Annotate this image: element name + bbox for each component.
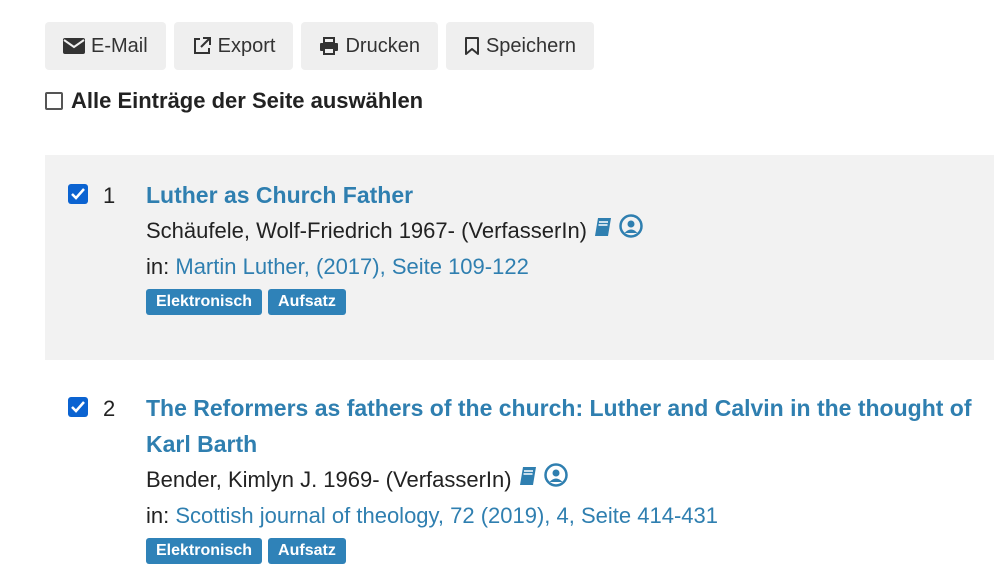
select-all-label: Alle Einträge der Seite auswählen <box>71 88 424 113</box>
badge-electronic: Elektronisch <box>146 538 263 564</box>
external-link-icon <box>192 36 212 56</box>
author-text: Bender, Kimlyn J. 1969- (VerfasserIn) <box>146 467 512 492</box>
result-source: in: Scottish journal of theology, 72 (20… <box>146 498 980 534</box>
result-item: 2 The Reformers as fathers of the church… <box>45 360 994 582</box>
author-text: Schäufele, Wolf-Friedrich 1967- (Verfass… <box>146 218 587 243</box>
email-label: E-Mail <box>91 34 148 57</box>
result-checkbox[interactable] <box>68 184 88 204</box>
result-title-link[interactable]: Luther as Church Father <box>146 177 980 213</box>
book-icon[interactable] <box>593 213 613 249</box>
export-button[interactable]: Export <box>173 22 294 70</box>
source-link[interactable]: Scottish journal of theology, 72 (2019),… <box>175 503 718 528</box>
result-author: Bender, Kimlyn J. 1969- (VerfasserIn) <box>146 462 980 498</box>
book-icon[interactable] <box>518 462 538 498</box>
source-link[interactable]: Martin Luther, (2017), Seite 109-122 <box>175 254 528 279</box>
export-label: Export <box>217 34 276 57</box>
result-toolbar: E-Mail Export Drucken Speichern <box>45 22 595 70</box>
print-button[interactable]: Drucken <box>301 22 438 70</box>
user-icon[interactable] <box>543 462 568 498</box>
result-author: Schäufele, Wolf-Friedrich 1967- (Verfass… <box>146 213 980 249</box>
source-prefix: in: <box>146 254 170 279</box>
email-button[interactable]: E-Mail <box>45 22 166 70</box>
print-label: Drucken <box>345 34 420 57</box>
result-number: 2 <box>103 396 116 421</box>
result-body: The Reformers as fathers of the church: … <box>146 390 980 564</box>
result-title-link[interactable]: The Reformers as fathers of the church: … <box>146 390 980 462</box>
result-item: 1 Luther as Church Father Schäufele, Wol… <box>45 155 994 360</box>
source-prefix: in: <box>146 503 170 528</box>
bookmark-icon <box>464 36 480 56</box>
badge-electronic: Elektronisch <box>146 289 263 315</box>
result-source: in: Martin Luther, (2017), Seite 109-122 <box>146 249 980 285</box>
result-body: Luther as Church Father Schäufele, Wolf-… <box>146 177 980 315</box>
select-all-checkbox[interactable] <box>45 92 63 110</box>
badge-article: Aufsatz <box>268 538 346 564</box>
result-badges: Elektronisch Aufsatz <box>146 538 980 564</box>
save-label: Speichern <box>485 34 577 57</box>
envelope-icon <box>63 37 85 55</box>
printer-icon <box>319 36 339 56</box>
user-icon[interactable] <box>619 213 643 249</box>
checkmark-icon <box>71 401 85 413</box>
checkmark-icon <box>71 188 85 200</box>
save-button[interactable]: Speichern <box>445 22 595 70</box>
select-all[interactable]: Alle Einträge der Seite auswählen <box>45 88 423 114</box>
badge-article: Aufsatz <box>268 289 346 315</box>
result-checkbox[interactable] <box>68 397 88 417</box>
result-number: 1 <box>103 183 116 208</box>
result-badges: Elektronisch Aufsatz <box>146 289 980 315</box>
